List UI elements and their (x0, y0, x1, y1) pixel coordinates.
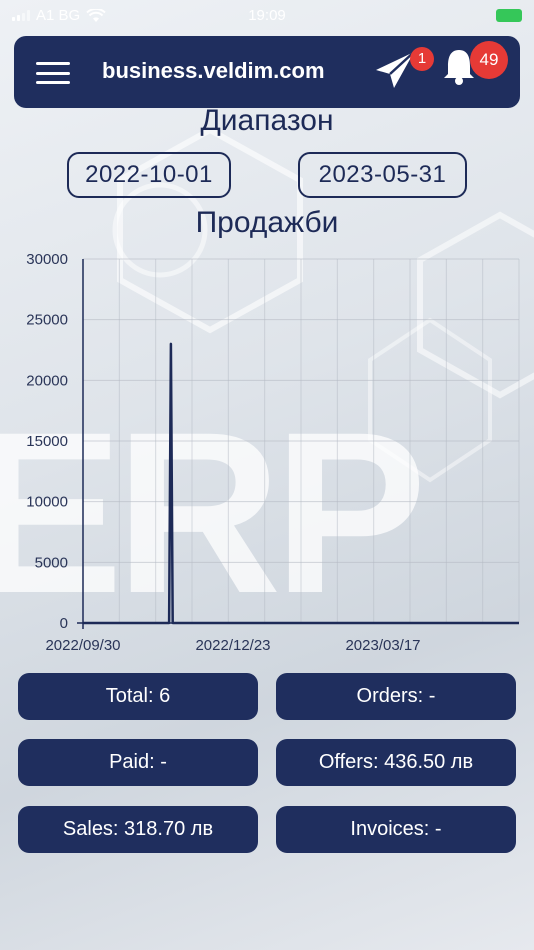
y-tick-label: 0 (60, 615, 68, 632)
y-tick-label: 5000 (35, 554, 68, 571)
y-tick-label: 30000 (26, 251, 68, 268)
paid-button[interactable]: Paid: - (18, 739, 258, 786)
invoices-button[interactable]: Invoices: - (276, 806, 516, 853)
status-time: 19:09 (248, 7, 286, 24)
status-bar: A1 BG 19:09 (0, 0, 534, 32)
battery-icon (496, 9, 522, 22)
total-button[interactable]: Total: 6 (18, 673, 258, 720)
y-tick-label: 10000 (26, 494, 68, 511)
hamburger-menu-icon[interactable] (36, 62, 70, 84)
messages-badge: 1 (410, 47, 434, 71)
y-tick-label: 25000 (26, 312, 68, 329)
offers-button[interactable]: Offers: 436.50 лв (276, 739, 516, 786)
app-header: business.veldim.com 1 49 (14, 36, 520, 108)
site-title: business.veldim.com (102, 58, 325, 83)
sales-chart: 0 5000 10000 15000 20000 25000 30000 2022/09/30… (26, 251, 520, 654)
x-tick-label: 2022/12/23 (195, 637, 270, 654)
range-heading: Диапазон (200, 104, 334, 137)
orders-button[interactable]: Orders: - (276, 673, 516, 720)
date-from-picker[interactable]: 2022-10-01 (67, 152, 231, 198)
date-to-picker[interactable]: 2023-05-31 (298, 152, 467, 198)
sales-button[interactable]: Sales: 318.70 лв (18, 806, 258, 853)
x-tick-label: 2022/09/30 (45, 637, 120, 654)
y-tick-label: 15000 (26, 433, 68, 450)
y-tick-label: 20000 (26, 372, 68, 389)
x-tick-label: 2023/03/17 (345, 637, 420, 654)
sales-heading: Продажби (195, 206, 339, 239)
notifications-badge: 49 (470, 41, 508, 79)
